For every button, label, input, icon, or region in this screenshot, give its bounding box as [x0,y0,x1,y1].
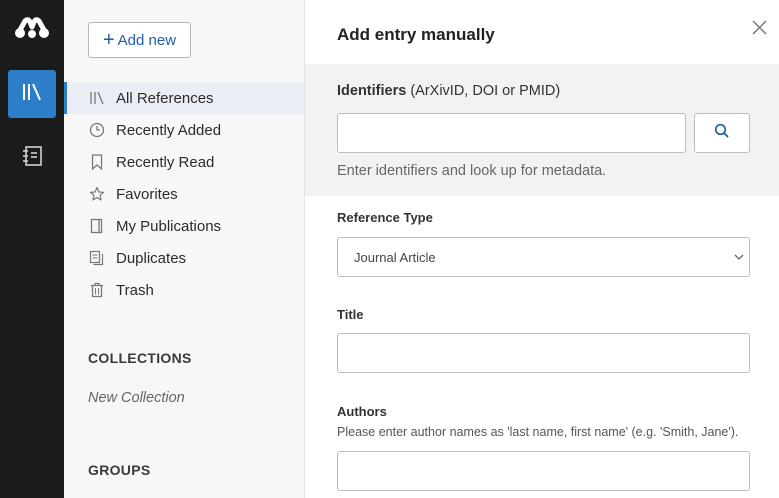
identifiers-section: Identifiers (ArXivID, DOI or PMID) Enter… [305,64,779,196]
sidebar-item-all-references[interactable]: All References [64,82,304,114]
search-icon [714,123,730,144]
authors-label: Authors [337,404,387,419]
library-nav: All References Recently Added Recently R… [64,82,304,306]
library-nav-button[interactable] [8,70,56,118]
sidebar-item-favorites[interactable]: Favorites [64,178,304,210]
groups-heading: GROUPS [88,462,151,478]
identifiers-label-rest: (ArXivID, DOI or PMID) [410,83,561,99]
sidebar-item-my-publications[interactable]: My Publications [64,210,304,242]
sidebar-item-label: My Publications [116,217,222,235]
duplicates-icon [88,249,106,267]
new-collection-link[interactable]: New Collection [88,390,185,406]
publication-icon [88,217,106,235]
reference-type-select[interactable]: Journal Article [337,237,750,277]
title-label: Title [337,307,364,322]
sidebar-item-recently-added[interactable]: Recently Added [64,114,304,146]
close-button[interactable] [749,20,769,40]
identifiers-label: Identifiers (ArXivID, DOI or PMID) [337,83,560,99]
identifiers-label-bold: Identifiers [337,83,407,99]
chevron-down-icon [733,251,745,263]
mendeley-logo-icon[interactable] [13,17,51,43]
sidebar-item-label: Favorites [116,185,178,203]
identifiers-hint: Enter identifiers and look up for metada… [337,163,607,179]
app-rail [0,0,64,498]
identifiers-input[interactable] [337,113,686,153]
authors-field[interactable] [337,451,750,491]
sidebar-item-label: Recently Added [116,121,222,139]
lookup-search-button[interactable] [694,113,750,153]
trash-icon [88,281,106,299]
library-icon [88,89,106,107]
library-sidebar: + Add new All References Recently Added … [64,0,305,498]
sidebar-item-label: Trash [116,281,154,299]
sidebar-item-trash[interactable]: Trash [64,274,304,306]
sidebar-item-label: Recently Read [116,153,215,171]
plus-icon: + [102,29,115,51]
library-icon [21,82,43,107]
sidebar-item-label: All References [116,89,214,107]
reference-type-value: Journal Article [354,249,436,265]
notebook-icon [21,145,43,172]
add-new-label: Add new [117,31,177,49]
bookmark-icon [88,153,106,171]
sidebar-item-recently-read[interactable]: Recently Read [64,146,304,178]
authors-hint: Please enter author names as 'last name,… [337,425,739,439]
sidebar-item-label: Duplicates [116,249,187,267]
clock-icon [88,121,106,139]
add-new-button[interactable]: + Add new [88,22,191,58]
reference-type-label: Reference Type [337,210,433,225]
sidebar-item-duplicates[interactable]: Duplicates [64,242,304,274]
close-icon [751,20,767,40]
title-field[interactable] [337,333,750,373]
add-entry-panel: Add entry manually Identifiers (ArXivID,… [305,0,779,498]
notebook-nav-button[interactable] [20,145,44,172]
star-icon [88,185,106,203]
panel-title: Add entry manually [337,25,495,44]
collections-heading: COLLECTIONS [88,350,192,366]
